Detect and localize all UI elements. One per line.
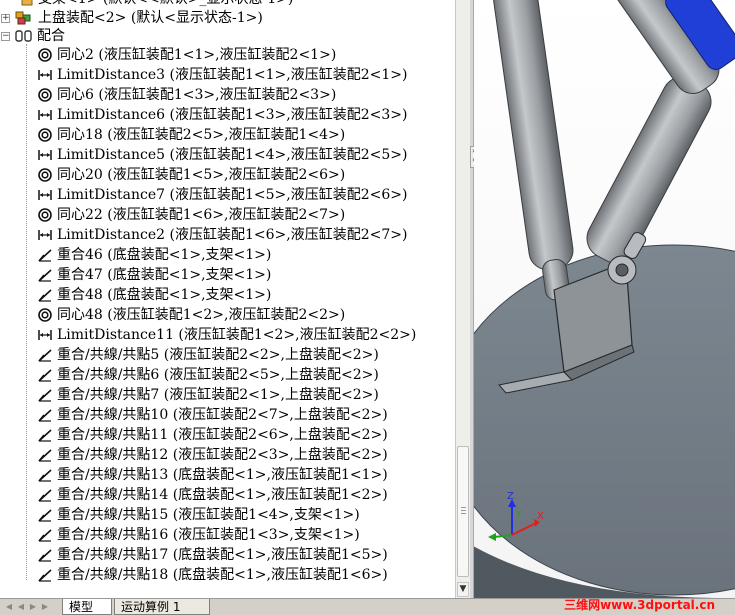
mate-label: 重合/共線/共點6 (液压缸装配2<5>,上盘装配<2>) xyxy=(57,367,379,383)
mate-label: 重合/共線/共點13 (底盘装配<1>,液压缸装配1<1>) xyxy=(57,467,388,483)
mate-label: 重合/共線/共點15 (液压缸装配1<4>,支架<1>) xyxy=(57,507,360,523)
limit-distance-mate-icon xyxy=(37,107,53,123)
coincident-mate-icon xyxy=(37,447,53,463)
mate-label: 重合/共線/共點16 (液压缸装配1<3>,支架<1>) xyxy=(57,527,360,543)
concentric-mate-icon xyxy=(37,307,53,323)
triad-x-label: X xyxy=(537,511,544,522)
triad-y-label: Y xyxy=(515,510,522,520)
limit-distance-mate-icon xyxy=(37,327,53,343)
expand-plus-icon[interactable]: + xyxy=(1,14,10,23)
mate-label: 重合/共線/共點10 (液压缸装配2<7>,上盘装配<2>) xyxy=(57,407,388,423)
feature-manager-tree: 支架<1> (默认<<默认>_显示状态-1>) + 上盘装配<2> (默认<显示… xyxy=(0,0,455,598)
mate-label: 同心48 (液压缸装配1<2>,液压缸装配2<2>) xyxy=(57,307,346,323)
mate-label: LimitDistance11 (液压缸装配1<2>,液压缸装配2<2>) xyxy=(57,327,417,343)
concentric-mate-icon xyxy=(37,47,53,63)
mate-label: LimitDistance7 (液压缸装配1<5>,液压缸装配2<6>) xyxy=(57,187,408,203)
watermark-text: 三维网www.3dportal.cn xyxy=(564,598,715,612)
mate-label: 重合48 (底盘装配<1>,支架<1>) xyxy=(57,287,272,303)
mate-label: 重合/共線/共點11 (液压缸装配2<6>,上盘装配<2>) xyxy=(57,427,388,443)
mate-label: 同心2 (液压缸装配1<1>,液压缸装配2<1>) xyxy=(57,47,337,63)
coincident-mate-icon xyxy=(37,287,53,303)
coincident-mate-icon xyxy=(37,567,53,583)
mate-label: 同心22 (液压缸装配1<6>,液压缸装配2<7>) xyxy=(57,207,346,223)
mate-label: 同心20 (液压缸装配1<5>,液压缸装配2<6>) xyxy=(57,167,346,183)
coincident-mate-icon xyxy=(37,427,53,443)
scroll-down-arrow-icon[interactable]: ▼ xyxy=(457,582,469,597)
coincident-mate-icon xyxy=(37,507,53,523)
triad-z-label: Z xyxy=(507,491,514,502)
coincident-mate-icon xyxy=(37,467,53,483)
concentric-mate-icon xyxy=(37,127,53,143)
mate-label: 重合/共線/共點14 (底盘装配<1>,液压缸装配1<2>) xyxy=(57,487,388,503)
tree-vertical-scrollbar[interactable]: ▼ xyxy=(455,0,470,598)
mates-folder-icon xyxy=(15,28,32,44)
next-tab-arrow-icon[interactable]: ▶ xyxy=(28,601,38,613)
tab-motion-study[interactable]: 运动算例 1 xyxy=(114,599,210,615)
concentric-mate-icon xyxy=(37,167,53,183)
mate-label: 重合/共線/共點5 (液压缸装配2<2>,上盘装配<2>) xyxy=(57,347,379,363)
coincident-mate-icon xyxy=(37,527,53,543)
coincident-mate-icon xyxy=(37,247,53,263)
coincident-mate-icon xyxy=(37,407,53,423)
scrollbar-thumb[interactable] xyxy=(457,446,469,577)
concentric-mate-icon xyxy=(37,207,53,223)
graphics-viewport[interactable]: Z X Y xyxy=(474,0,735,598)
tree-connector-line xyxy=(26,44,27,580)
part-icon xyxy=(19,0,35,7)
limit-distance-mate-icon xyxy=(37,187,53,203)
mate-label: 重合47 (底盘装配<1>,支架<1>) xyxy=(57,267,272,283)
model-render: Z X Y xyxy=(474,0,735,598)
mate-label: 同心6 (液压缸装配1<3>,液压缸装配2<3>) xyxy=(57,87,337,103)
mate-label: LimitDistance6 (液压缸装配1<3>,液压缸装配2<3>) xyxy=(57,107,408,123)
prev-tab-arrow-icon[interactable]: ◀ xyxy=(16,601,26,613)
mate-label: 重合46 (底盘装配<1>,支架<1>) xyxy=(57,247,272,263)
tree-item-label: 上盘装配<2> (默认<显示状态-1>) xyxy=(38,10,263,26)
coincident-mate-icon xyxy=(37,387,53,403)
mate-label: 重合/共線/共點12 (液压缸装配2<3>,上盘装配<2>) xyxy=(57,447,388,463)
limit-distance-mate-icon xyxy=(37,67,53,83)
mate-label: 同心18 (液压缸装配2<5>,液压缸装配1<4>) xyxy=(57,127,346,143)
last-tab-arrow-icon[interactable]: ▶ xyxy=(40,601,50,613)
coincident-mate-icon xyxy=(37,487,53,503)
coincident-mate-icon xyxy=(37,547,53,563)
collapse-minus-icon[interactable]: − xyxy=(1,32,10,41)
coincident-mate-icon xyxy=(37,267,53,283)
coincident-mate-icon xyxy=(37,347,53,363)
mate-label: 重合/共線/共點17 (底盘装配<1>,液压缸装配1<5>) xyxy=(57,547,388,563)
assembly-icon xyxy=(15,10,31,26)
mate-label: LimitDistance5 (液压缸装配1<4>,液压缸装配2<5>) xyxy=(57,147,408,163)
first-tab-arrow-icon[interactable]: ◀ xyxy=(4,601,14,613)
mate-label: 重合/共線/共點7 (液压缸装配2<1>,上盘装配<2>) xyxy=(57,387,379,403)
concentric-mate-icon xyxy=(37,87,53,103)
mate-label: 重合/共線/共點18 (底盘装配<1>,液压缸装配1<6>) xyxy=(57,567,388,583)
mate-label: LimitDistance3 (液压缸装配1<1>,液压缸装配2<1>) xyxy=(57,67,408,83)
tree-item-label: 配合 xyxy=(37,28,65,44)
mate-label: LimitDistance2 (液压缸装配1<6>,液压缸装配2<7>) xyxy=(57,227,408,243)
limit-distance-mate-icon xyxy=(37,227,53,243)
coincident-mate-icon xyxy=(37,367,53,383)
tab-model[interactable]: 模型 xyxy=(62,599,112,615)
limit-distance-mate-icon xyxy=(37,147,53,163)
